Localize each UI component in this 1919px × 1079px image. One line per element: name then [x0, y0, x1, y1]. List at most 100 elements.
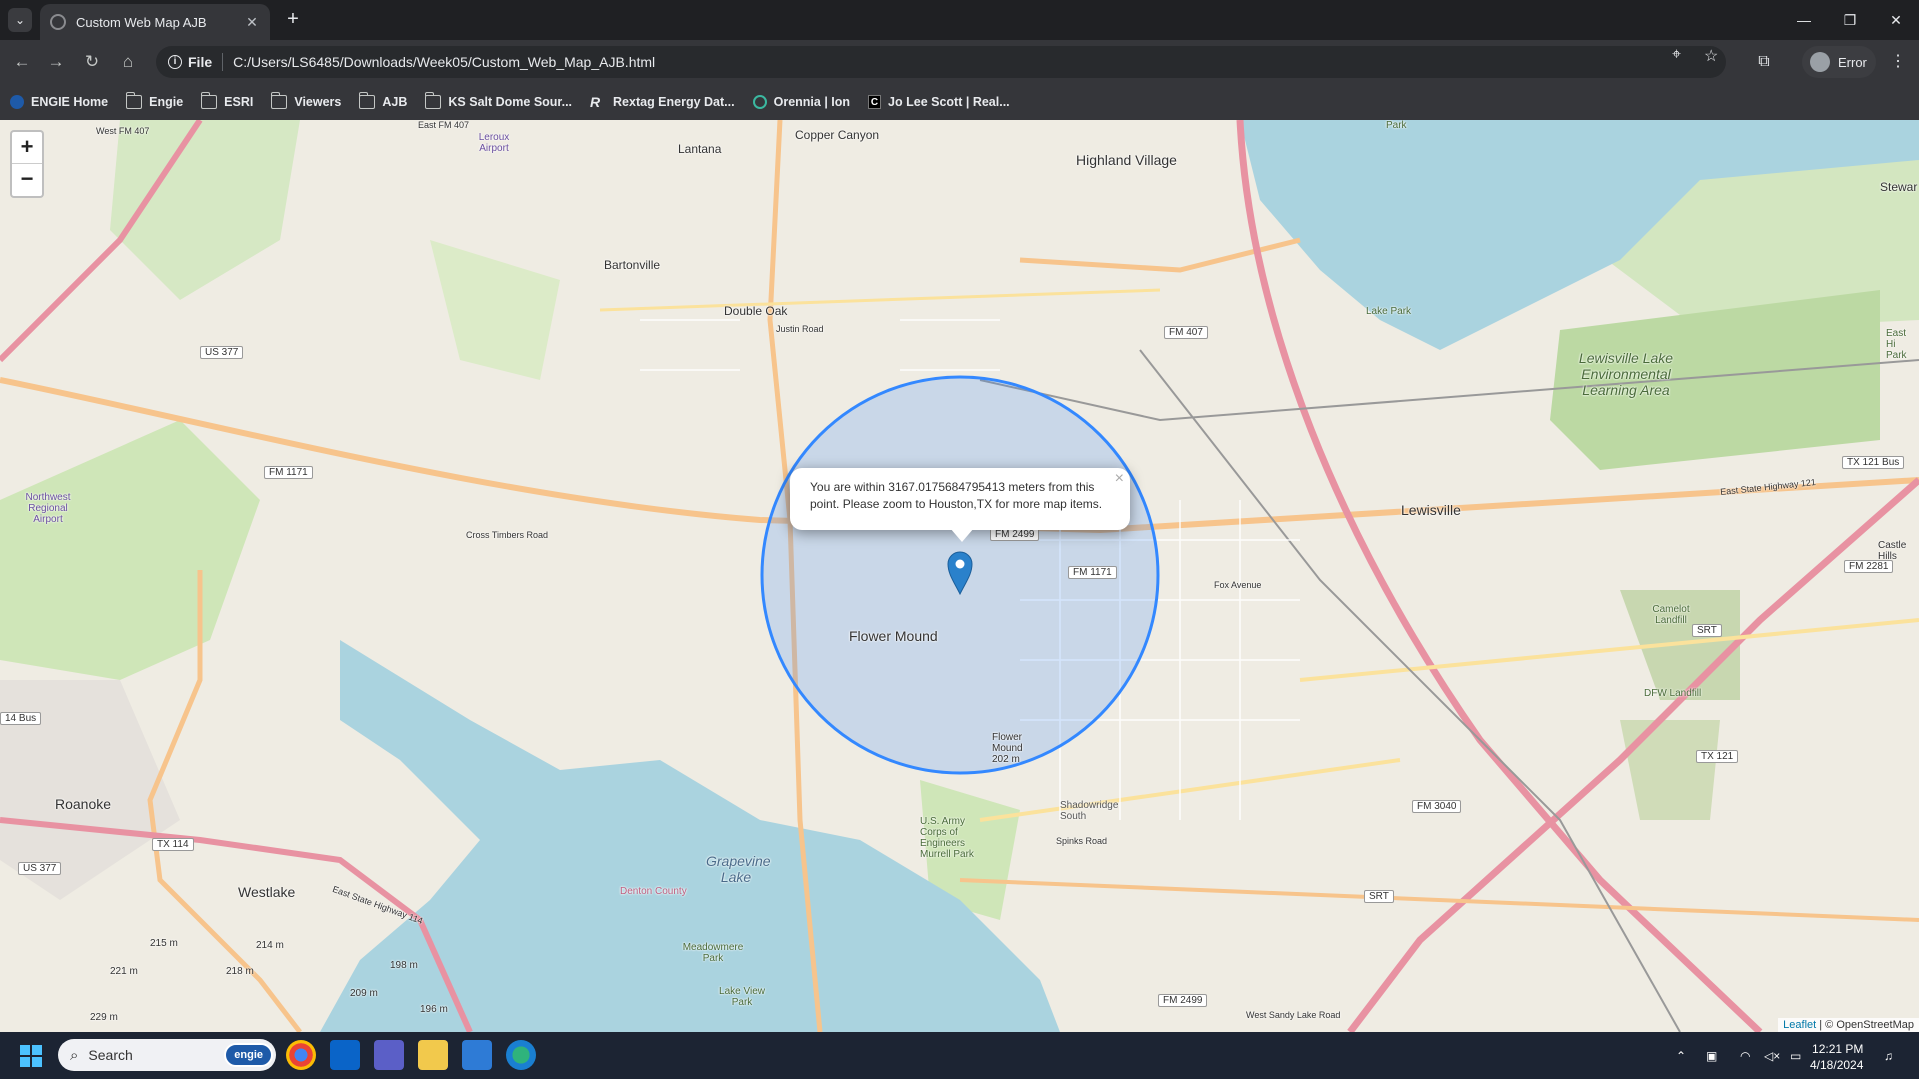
- route-shield: TX 114: [152, 838, 194, 851]
- tab-close-icon[interactable]: ✕: [244, 14, 260, 30]
- elevation-label: 215 m: [150, 938, 178, 949]
- extensions-icon[interactable]: ⧉: [1752, 50, 1776, 74]
- battery-icon[interactable]: ▭: [1790, 1032, 1801, 1079]
- new-tab-button[interactable]: +: [282, 9, 304, 31]
- bookmark-rextag[interactable]: R Rextag Energy Dat...: [590, 95, 735, 109]
- system-clock[interactable]: 12:21 PM 4/18/2024: [1810, 1041, 1863, 1073]
- site-info-icon[interactable]: i: [168, 55, 182, 69]
- route-shield: US 377: [18, 862, 62, 875]
- place-label: Lewisville Lake Environmental Learning A…: [1578, 350, 1674, 398]
- taskbar-search[interactable]: ⌕ Search engie: [58, 1039, 276, 1071]
- clock-date: 4/18/2024: [1810, 1058, 1864, 1072]
- edge-icon[interactable]: [506, 1040, 536, 1070]
- leaflet-map[interactable]: Lantana Copper Canyon Highland Village B…: [0, 120, 1919, 1032]
- profile-button[interactable]: Error: [1802, 46, 1876, 78]
- forward-button[interactable]: →: [44, 50, 68, 74]
- osm-attribution: | © OpenStreetMap: [1816, 1019, 1914, 1031]
- zoom-out-button[interactable]: −: [12, 164, 42, 196]
- orennia-icon: [752, 95, 767, 109]
- chrome-icon[interactable]: [286, 1040, 316, 1070]
- bookmark-engie-home[interactable]: ENGIE Home: [10, 95, 108, 109]
- clock-time: 12:21 PM: [1812, 1042, 1864, 1056]
- bookmark-label: Orennia | Ion: [773, 95, 851, 109]
- zoom-control: + −: [10, 130, 44, 198]
- bookmark-folder-viewers[interactable]: Viewers: [270, 92, 341, 109]
- bookmark-label: ESRI: [224, 95, 254, 109]
- route-shield: TX 121 Bus: [1842, 456, 1905, 469]
- place-label: East Hi Park: [1886, 328, 1907, 361]
- minimize-button[interactable]: —: [1781, 0, 1827, 40]
- folder-icon: [125, 92, 143, 109]
- file-explorer-icon[interactable]: [418, 1040, 448, 1070]
- browser-toolbar: ← → ↻ ⌂ i File C:/Users/LS6485/Downloads…: [0, 40, 1919, 84]
- elevation-label: 198 m: [390, 960, 418, 971]
- map-popup: × You are within 3167.0175684795413 mete…: [790, 468, 1130, 530]
- bookmark-folder-engie[interactable]: Engie: [125, 92, 183, 109]
- bookmark-folder-ajb[interactable]: AJB: [358, 92, 408, 109]
- place-label: Roanoke: [55, 796, 112, 812]
- menu-kebab-icon[interactable]: ⋮: [1886, 50, 1910, 74]
- back-button[interactable]: ←: [10, 50, 34, 74]
- place-label: Lake View Park: [719, 986, 765, 1008]
- reload-button[interactable]: ↻: [80, 50, 104, 74]
- wifi-icon[interactable]: ◠: [1740, 1032, 1750, 1079]
- engie-badge: engie: [224, 1043, 273, 1067]
- address-bar[interactable]: i File C:/Users/LS6485/Downloads/Week05/…: [156, 46, 1726, 78]
- tab-search-button[interactable]: ⌄: [8, 8, 32, 32]
- home-button[interactable]: ⌂: [116, 50, 140, 74]
- restore-button[interactable]: ❐: [1827, 0, 1873, 40]
- teams-icon[interactable]: [374, 1040, 404, 1070]
- location-icon[interactable]: ⌖: [1672, 46, 1681, 64]
- place-label: Flower Mound 202 m: [992, 732, 1023, 765]
- bookmark-label: Rextag Energy Dat...: [613, 95, 735, 109]
- volume-icon[interactable]: ◁×: [1764, 1032, 1780, 1079]
- tray-overflow-icon[interactable]: ⌃: [1676, 1032, 1686, 1079]
- bookmark-label: ENGIE Home: [31, 95, 109, 109]
- route-shield: FM 2499: [1158, 994, 1208, 1007]
- bookmark-label: AJB: [382, 95, 408, 109]
- close-window-button[interactable]: ✕: [1873, 0, 1919, 40]
- engie-icon: [10, 95, 24, 109]
- outlook-icon[interactable]: [330, 1040, 360, 1070]
- bookmark-folder-esri[interactable]: ESRI: [200, 92, 254, 109]
- bookmark-star-icon[interactable]: ☆: [1704, 46, 1718, 66]
- street-label: West FM 407: [96, 126, 150, 136]
- route-shield: 14 Bus: [0, 712, 42, 725]
- place-label: Shadowridge South: [1060, 800, 1119, 822]
- folder-icon: [358, 92, 376, 109]
- tab-active[interactable]: Custom Web Map AJB ✕: [40, 4, 270, 40]
- street-label: Justin Road: [776, 324, 824, 334]
- app-icon[interactable]: [462, 1040, 492, 1070]
- route-shield: SRT: [1692, 624, 1722, 637]
- route-shield: TX 121: [1696, 750, 1739, 763]
- place-label: Castle Hills: [1878, 540, 1907, 562]
- elevation-label: 196 m: [420, 1004, 448, 1015]
- place-label: Flower Mound: [849, 628, 938, 644]
- place-label: Lake Park: [1366, 306, 1412, 317]
- search-placeholder: Search: [88, 1047, 133, 1063]
- route-shield: FM 1171: [1068, 566, 1117, 579]
- bookmark-jo-lee-scott[interactable]: C Jo Lee Scott | Real...: [868, 95, 1010, 109]
- bookmark-orennia[interactable]: Orennia | Ion: [752, 95, 851, 109]
- bookmark-label: Jo Lee Scott | Real...: [888, 95, 1010, 109]
- street-label: Cross Timbers Road: [466, 530, 549, 540]
- route-shield: US 377: [200, 346, 244, 359]
- folder-icon: [424, 92, 442, 109]
- bookmark-folder-ks-salt-dome[interactable]: KS Salt Dome Sour...: [424, 92, 572, 109]
- tray-app-icon[interactable]: ▣: [1706, 1032, 1717, 1079]
- popup-close-button[interactable]: ×: [1115, 470, 1124, 487]
- place-label: Meadowmere Park: [682, 942, 744, 964]
- address-text[interactable]: C:/Users/LS6485/Downloads/Week05/Custom_…: [233, 54, 655, 70]
- place-label: Park: [1386, 120, 1407, 131]
- windows-start-icon[interactable]: [20, 1045, 42, 1067]
- popup-tip: [950, 528, 974, 542]
- elevation-label: 229 m: [90, 1012, 118, 1023]
- elevation-label: 209 m: [350, 988, 378, 999]
- notification-bell-icon[interactable]: ♫: [1884, 1032, 1893, 1079]
- jls-icon: C: [868, 95, 882, 109]
- route-shield: FM 1171: [264, 466, 313, 479]
- leaflet-link[interactable]: Leaflet: [1783, 1019, 1816, 1031]
- zoom-in-button[interactable]: +: [12, 132, 42, 164]
- place-label: Camelot Landfill: [1652, 604, 1690, 626]
- tab-strip: ⌄ Custom Web Map AJB ✕ + — ❐ ✕: [0, 0, 1919, 40]
